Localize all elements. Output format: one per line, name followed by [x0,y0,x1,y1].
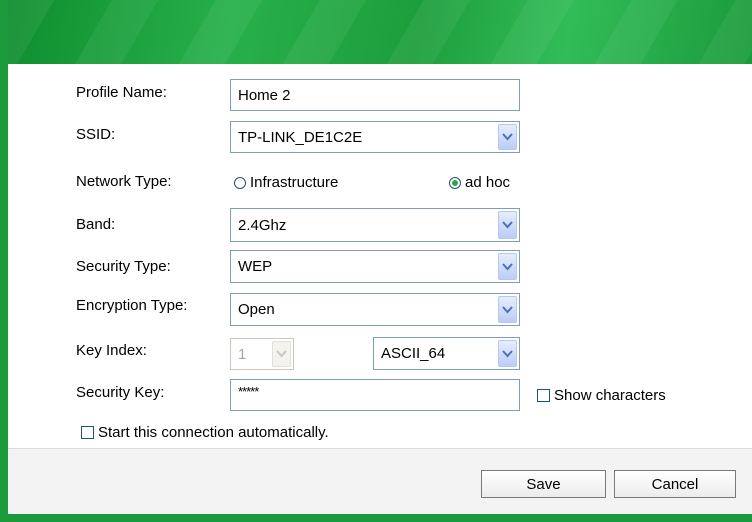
cancel-button[interactable]: Cancel [614,470,736,498]
encryption-type-dropdown[interactable]: Open [230,293,520,326]
profile-name-value: Home 2 [238,86,291,104]
chevron-down-icon[interactable] [498,211,517,239]
key-format-dropdown[interactable]: ASCII_64 [373,337,520,370]
radio-circle-icon[interactable] [234,176,246,189]
chevron-down-icon [272,341,291,367]
encryption-type-value: Open [238,301,275,318]
band-value: 2.4Ghz [238,216,287,234]
security-key-label: Security Key: [76,384,165,401]
band-label: Band: [76,216,116,233]
auto-connect-label: Start this connection automatically. [98,424,329,441]
ssid-dropdown[interactable]: TP-LINK_DE1C2E [230,121,520,153]
show-characters-label: Show characters [554,387,666,404]
profile-name-label: Profile Name: [76,84,167,101]
encryption-type-label: Encryption Type: [76,297,188,314]
chevron-down-icon[interactable] [498,296,517,323]
chevron-down-icon[interactable] [498,124,517,150]
checkbox-icon[interactable] [81,426,94,439]
key-format-value: ASCII_64 [381,345,446,362]
profile-name-input[interactable]: Home 2 [230,79,520,111]
key-index-value: 1 [238,345,247,363]
chevron-down-icon[interactable] [498,340,517,367]
checkbox-icon[interactable] [537,389,550,402]
save-button[interactable]: Save [481,470,606,498]
security-type-label: Security Type: [76,258,171,275]
security-key-input[interactable]: ***** [230,379,520,411]
show-characters-checkbox[interactable]: Show characters [537,387,666,404]
key-index-label: Key Index: [76,342,147,359]
chevron-down-icon[interactable] [498,253,517,280]
radio-selected-icon[interactable] [449,176,461,189]
auto-connect-checkbox[interactable]: Start this connection automatically. [81,424,329,441]
security-type-value: WEP [238,258,273,275]
bottom-border [0,514,752,522]
header-banner [8,0,752,64]
radio-infrastructure[interactable]: Infrastructure [234,174,338,191]
key-index-dropdown[interactable]: 1 [230,338,294,370]
network-type-label: Network Type: [76,173,172,190]
band-dropdown[interactable]: 2.4Ghz [230,208,520,242]
security-type-dropdown[interactable]: WEP [230,250,520,283]
ssid-label: SSID: [76,126,116,143]
radio-ad-hoc-label: ad hoc [465,174,511,191]
security-key-value: ***** [238,384,259,399]
radio-ad-hoc[interactable]: ad hoc [449,174,510,191]
ssid-value: TP-LINK_DE1C2E [238,128,363,146]
radio-infrastructure-label: Infrastructure [250,174,339,191]
